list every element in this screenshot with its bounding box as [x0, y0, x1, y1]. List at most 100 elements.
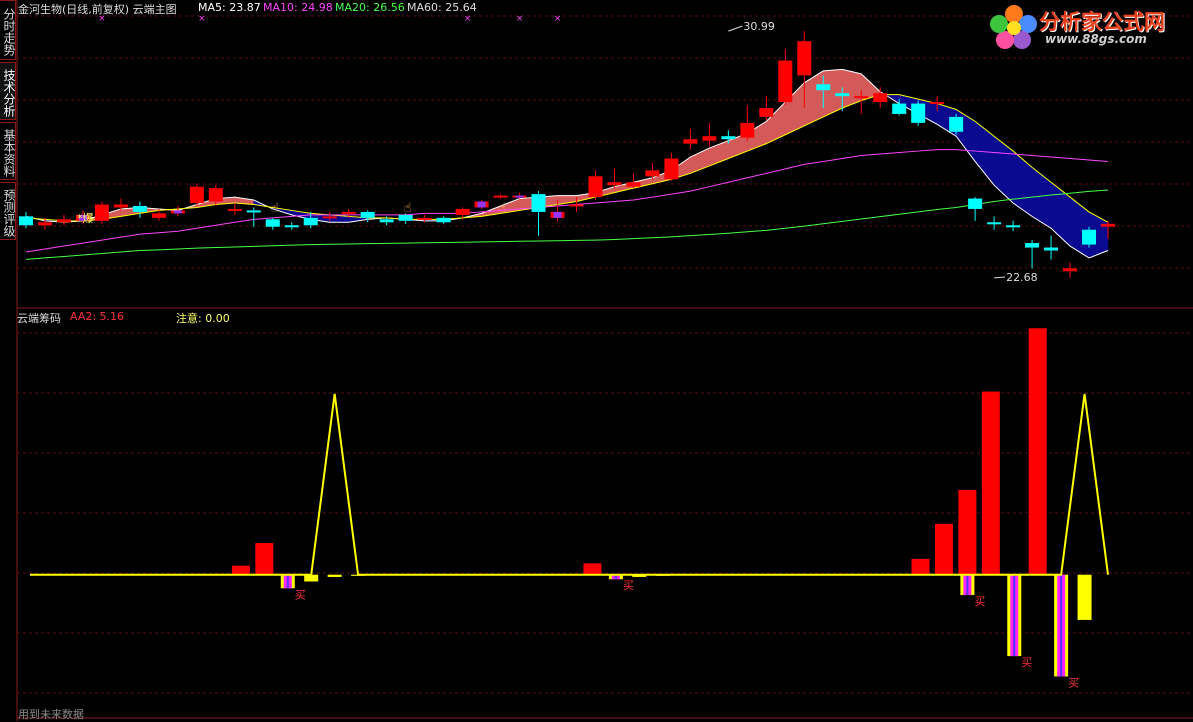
candle-body — [949, 116, 964, 132]
low-price-label: 22.68 — [1006, 271, 1037, 284]
candle-body — [493, 195, 508, 198]
candle-body — [303, 217, 318, 226]
candle — [911, 100, 926, 126]
candle-body — [341, 211, 356, 214]
positive-bar — [231, 565, 250, 575]
candle-body — [322, 216, 337, 219]
candle-body — [759, 108, 774, 117]
logo-url: www.88gs.com — [1045, 32, 1147, 46]
high-price-label: 30.99 — [743, 20, 775, 33]
candle-body — [284, 225, 299, 228]
candle-body — [930, 102, 945, 105]
candle-body — [607, 182, 622, 186]
aa2-readout: AA2: 5.16 — [70, 310, 125, 323]
candle-body — [56, 219, 71, 223]
tab-fundamentals[interactable]: 基本资料 — [0, 122, 16, 180]
negative-bar — [304, 574, 319, 582]
negative-bar — [327, 574, 342, 577]
tab-forecast-rating[interactable]: 预测评级 — [0, 182, 16, 240]
buy-signal-label: 买 — [295, 588, 306, 601]
candle-body — [132, 205, 147, 212]
candle-body — [189, 186, 204, 204]
main-chart-title: 金河生物(日线,前复权) 云端主图 — [18, 3, 177, 16]
negative-bar — [1077, 574, 1092, 620]
buy-signal-label: 买 — [1021, 656, 1032, 669]
candle-body — [1044, 247, 1059, 251]
candle — [94, 201, 109, 224]
candle-body — [1025, 243, 1040, 248]
ma10-readout: MA10: 24.98 — [263, 1, 333, 14]
candle-body — [1101, 223, 1115, 227]
negative-bar-core — [1013, 574, 1016, 657]
positive-bar — [255, 543, 274, 575]
ma5-readout: MA5: 23.87 — [198, 1, 261, 14]
positive-bar — [981, 391, 1000, 575]
positive-bar — [911, 558, 930, 575]
candle — [949, 113, 964, 135]
candle-body — [968, 198, 983, 209]
candle-body — [37, 222, 52, 226]
ma20-readout: MA20: 26.56 — [335, 1, 405, 14]
candle-body — [588, 176, 603, 198]
candle-body — [94, 204, 109, 221]
candle-body-inner — [173, 210, 182, 214]
hand-pointer-icon: ☝ — [499, 201, 507, 216]
burst-marker: *爆 — [77, 211, 94, 225]
buy-signal-label: 买 — [623, 579, 634, 592]
candle-body — [151, 213, 166, 218]
candle-body-inner — [553, 211, 562, 218]
candle-body — [797, 41, 812, 76]
site-logo: 分析家公式网 www.88gs.com — [989, 4, 1185, 49]
candle-body — [702, 136, 717, 141]
candle-body — [854, 96, 869, 99]
candle-body — [892, 103, 907, 114]
candle-body — [664, 158, 679, 180]
top-cross-marker: × — [554, 14, 562, 24]
candle-body — [379, 219, 394, 223]
hand-pointer-icon: ☝ — [404, 201, 412, 216]
candle-body — [360, 211, 375, 218]
buy-signal-label: 买 — [974, 595, 985, 608]
top-cross-marker: × — [464, 14, 472, 24]
positive-bar — [583, 563, 602, 575]
hand-pointer-icon: ☝ — [271, 201, 279, 216]
candle-body — [873, 93, 888, 103]
candle-body-inner — [515, 195, 524, 198]
candle-body-inner — [477, 201, 486, 208]
candle-body — [645, 170, 660, 177]
future-data-warning: 用到未来数据 — [18, 708, 84, 721]
candle-body — [1063, 268, 1078, 272]
buy-signal-label: 买 — [1068, 676, 1079, 689]
negative-bar-core — [966, 574, 969, 596]
candle-body — [531, 194, 546, 212]
tab-technical-analysis[interactable]: 技术分析 — [0, 62, 16, 120]
candle-body — [740, 122, 755, 138]
candle-body — [721, 136, 736, 140]
tab-intraday[interactable]: 分时走势 — [0, 0, 16, 60]
candle-body — [113, 204, 128, 208]
positive-bar — [1028, 328, 1047, 575]
candle-body — [417, 217, 432, 220]
candle-body — [626, 182, 641, 187]
note-readout: 注意: 0.00 — [176, 312, 230, 325]
candle — [189, 183, 204, 206]
candle-body — [19, 216, 33, 226]
top-cross-marker: × — [198, 14, 206, 24]
candle — [1082, 226, 1097, 248]
sub-chart-title: 云端筹码 — [17, 312, 61, 325]
candle-body — [778, 60, 793, 103]
stock-chart-canvas: × × × × ×30.9922.68*爆☝ ☝ ☝ 买买买买买 — [0, 0, 1193, 721]
candle-body — [911, 103, 926, 123]
candle-body — [987, 222, 1002, 225]
negative-bar-core — [1060, 574, 1063, 677]
ma60-readout: MA60: 25.64 — [407, 1, 477, 14]
flower-logo-icon — [990, 5, 1037, 49]
positive-bar — [958, 489, 977, 575]
candle-body — [455, 208, 470, 215]
candle-body — [1082, 229, 1097, 245]
negative-bar-core — [286, 574, 289, 589]
candle-body — [208, 188, 223, 202]
candle-body — [569, 204, 584, 207]
candle-body — [683, 139, 698, 144]
candle-body — [835, 93, 850, 97]
